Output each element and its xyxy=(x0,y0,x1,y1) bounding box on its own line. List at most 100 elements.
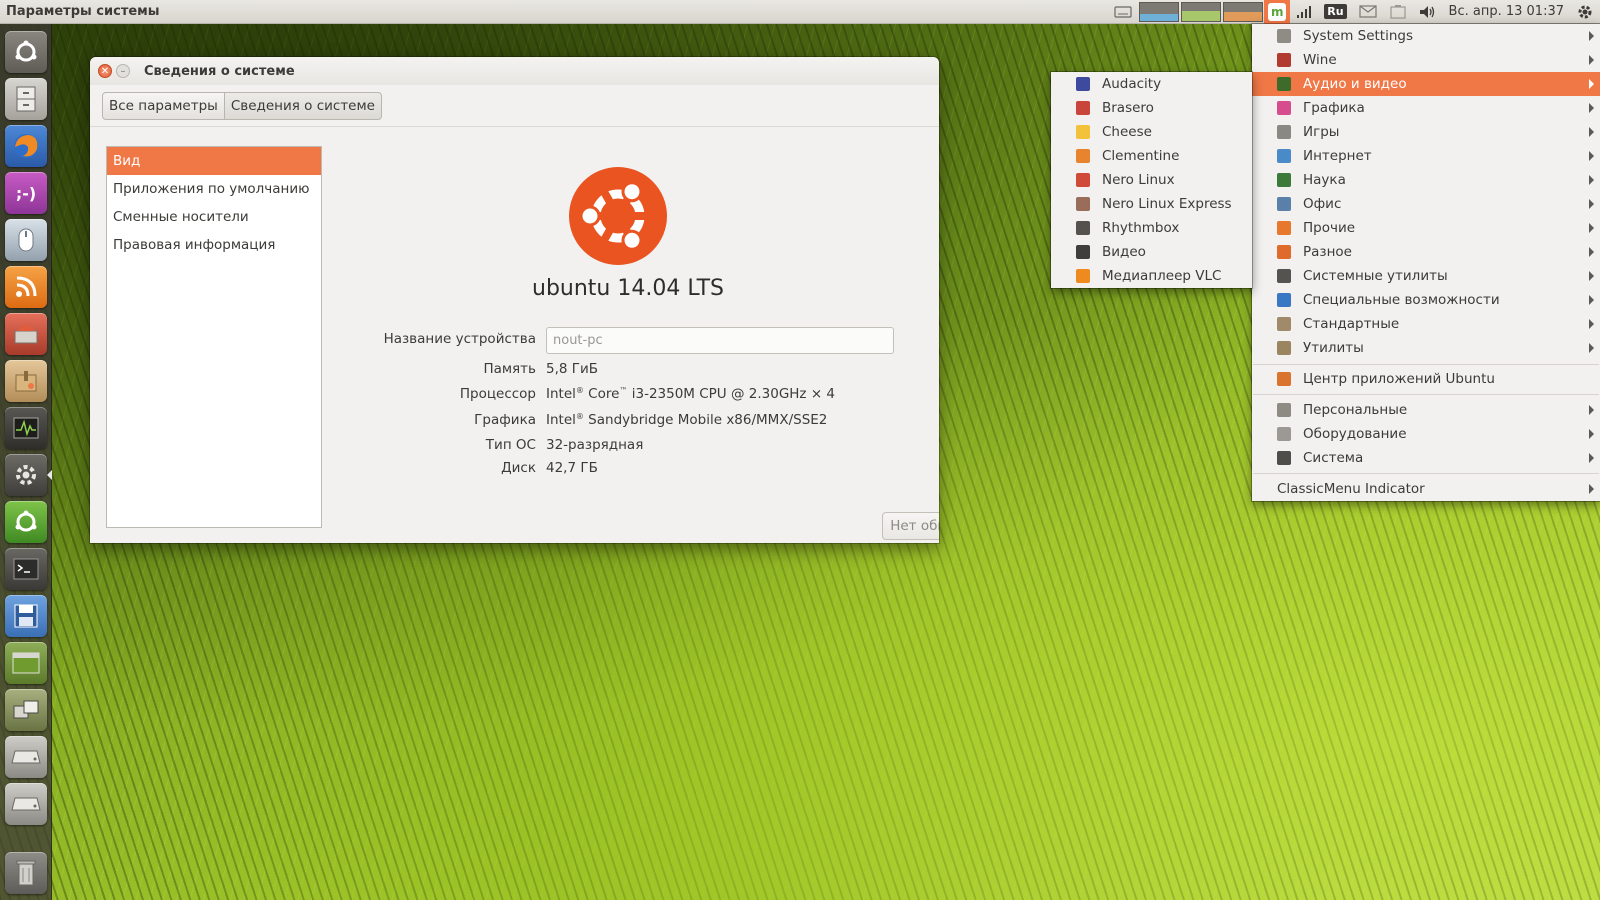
nero-express-icon xyxy=(1076,197,1090,211)
menu-item-personal[interactable]: Персональные xyxy=(1252,398,1600,422)
window-titlebar[interactable]: ✕ – Сведения о системе xyxy=(90,57,939,85)
memory-monitor[interactable] xyxy=(1181,1,1222,22)
submenu-item-brasero[interactable]: Brasero xyxy=(1051,96,1252,120)
close-button[interactable]: ✕ xyxy=(98,64,112,78)
submenu-item-nero-linux-express[interactable]: Nero Linux Express xyxy=(1051,192,1252,216)
ubuntu-green-icon xyxy=(13,509,39,535)
menu-item-office[interactable]: Офис xyxy=(1252,192,1600,216)
memory-row: Память 5,8 ГиБ xyxy=(323,361,939,383)
submenu-item-cheese[interactable]: Cheese xyxy=(1051,120,1252,144)
memory-label: Память xyxy=(483,361,536,377)
submenu-item-rhythmbox[interactable]: Rhythmbox xyxy=(1051,216,1252,240)
submenu-item-audacity[interactable]: Audacity xyxy=(1051,72,1252,96)
sidebar-item-legal[interactable]: Правовая информация xyxy=(107,231,321,259)
launcher-rss-reader[interactable] xyxy=(5,266,47,308)
submenu-item-nero-linux[interactable]: Nero Linux xyxy=(1051,168,1252,192)
menu-item-system-tools[interactable]: Системные утилиты xyxy=(1252,264,1600,288)
no-updates-button[interactable]: Нет обновлений xyxy=(882,512,939,540)
cpu-monitor[interactable] xyxy=(1139,1,1180,22)
chevron-right-icon xyxy=(1589,223,1594,233)
submenu-item-vlc[interactable]: Медиаплеер VLC xyxy=(1051,264,1252,288)
launcher-mouse-settings[interactable] xyxy=(5,219,47,261)
os-type-value: 32-разрядная xyxy=(546,437,644,453)
workspace-icon xyxy=(12,652,40,674)
sidebar-item-removable-media[interactable]: Сменные носители xyxy=(107,203,321,231)
menu-item-games[interactable]: Игры xyxy=(1252,120,1600,144)
menu-item-utilities[interactable]: Утилиты xyxy=(1252,336,1600,360)
menu-item-other[interactable]: Прочие xyxy=(1252,216,1600,240)
battery-icon[interactable] xyxy=(1383,0,1413,24)
device-name-input[interactable]: nout-pc xyxy=(546,327,894,354)
signal-icon[interactable] xyxy=(1290,0,1318,24)
language-icon[interactable]: Ru xyxy=(1318,0,1352,24)
menu-item-software-center[interactable]: Центр приложений Ubuntu xyxy=(1252,367,1600,391)
classic-menu: System Settings Wine Аудио и видео Графи… xyxy=(1252,24,1600,501)
menu-item-hardware[interactable]: Оборудование xyxy=(1252,422,1600,446)
volume-icon[interactable] xyxy=(1413,0,1443,24)
chevron-right-icon xyxy=(1589,484,1594,494)
breadcrumb-details[interactable]: Сведения о системе xyxy=(224,91,382,120)
sidebar-item-overview[interactable]: Вид xyxy=(107,147,321,175)
launcher-software-updater[interactable] xyxy=(5,501,47,543)
about-panel: ubuntu 14.04 LTS Название устройства nou… xyxy=(323,146,939,543)
device-name-row: Название устройства nout-pc xyxy=(323,327,939,354)
launcher-save-tool[interactable] xyxy=(5,595,47,637)
processor-label: Процессор xyxy=(459,386,536,402)
gear-icon[interactable] xyxy=(1570,0,1600,24)
classicmenu-icon[interactable]: m xyxy=(1264,0,1291,24)
minimize-button[interactable]: – xyxy=(116,64,130,78)
menu-item-misc[interactable]: Разное xyxy=(1252,240,1600,264)
menu-item-graphics[interactable]: Графика xyxy=(1252,96,1600,120)
vlc-icon xyxy=(1076,269,1090,283)
launcher-empathy[interactable]: ;-) xyxy=(5,172,47,214)
breadcrumb: Все параметры Сведения о системе xyxy=(90,85,939,127)
menu-separator xyxy=(1253,394,1599,395)
firefox-icon xyxy=(11,131,41,161)
chevron-right-icon xyxy=(1589,175,1594,185)
chevron-right-icon xyxy=(1589,199,1594,209)
memory-value: 5,8 ГиБ xyxy=(546,361,599,377)
menu-item-system[interactable]: Система xyxy=(1252,446,1600,470)
accessibility-icon xyxy=(1277,293,1291,307)
launcher-files[interactable] xyxy=(5,78,47,120)
keyboard-icon[interactable] xyxy=(1108,0,1138,24)
audacity-icon xyxy=(1076,77,1090,91)
network-monitor[interactable] xyxy=(1223,1,1264,22)
menu-item-science[interactable]: Наука xyxy=(1252,168,1600,192)
launcher-terminal[interactable] xyxy=(5,548,47,590)
launcher-system-monitor[interactable] xyxy=(5,407,47,449)
chevron-right-icon xyxy=(1589,79,1594,89)
launcher-firefox[interactable] xyxy=(5,125,47,167)
trash-icon xyxy=(16,859,36,887)
launcher-workspace-switcher[interactable] xyxy=(5,642,47,684)
menu-item-classicmenu-indicator[interactable]: ClassicMenu Indicator xyxy=(1252,477,1600,501)
clock[interactable]: Вс. апр. 13 01:37 xyxy=(1443,4,1570,19)
launcher-dash-home[interactable] xyxy=(5,31,47,73)
launcher-drive-1[interactable] xyxy=(5,736,47,778)
sidebar-item-default-apps[interactable]: Приложения по умолчанию xyxy=(107,175,321,203)
mail-icon[interactable] xyxy=(1353,0,1383,24)
launcher-nero-linux[interactable] xyxy=(5,313,47,355)
menu-item-accessibility[interactable]: Специальные возможности xyxy=(1252,288,1600,312)
wine-icon xyxy=(1277,53,1291,67)
launcher-trash[interactable] xyxy=(5,852,47,894)
launcher-drive-2[interactable] xyxy=(5,783,47,825)
menu-item-internet[interactable]: Интернет xyxy=(1252,144,1600,168)
launcher-system-settings[interactable] xyxy=(5,454,47,496)
submenu-item-clementine[interactable]: Clementine xyxy=(1051,144,1252,168)
chevron-right-icon xyxy=(1589,405,1594,415)
launcher-archive-manager[interactable] xyxy=(5,360,47,402)
graphics-row: Графика Intel® Sandybridge Mobile x86/MM… xyxy=(323,412,939,434)
rhythmbox-icon xyxy=(1076,221,1090,235)
menu-item-wine[interactable]: Wine xyxy=(1252,48,1600,72)
menu-item-system-settings[interactable]: System Settings xyxy=(1252,24,1600,48)
drive-icon xyxy=(11,794,41,814)
terminal-icon xyxy=(12,557,40,581)
menu-item-accessories[interactable]: Стандартные xyxy=(1252,312,1600,336)
menu-item-audio-video[interactable]: Аудио и видео xyxy=(1252,72,1600,96)
monitor-icon xyxy=(12,416,40,440)
launcher-window-manager[interactable] xyxy=(5,689,47,731)
submenu-item-video[interactable]: Видео xyxy=(1051,240,1252,264)
mouse-icon xyxy=(17,227,35,253)
breadcrumb-all-settings[interactable]: Все параметры xyxy=(102,91,225,120)
